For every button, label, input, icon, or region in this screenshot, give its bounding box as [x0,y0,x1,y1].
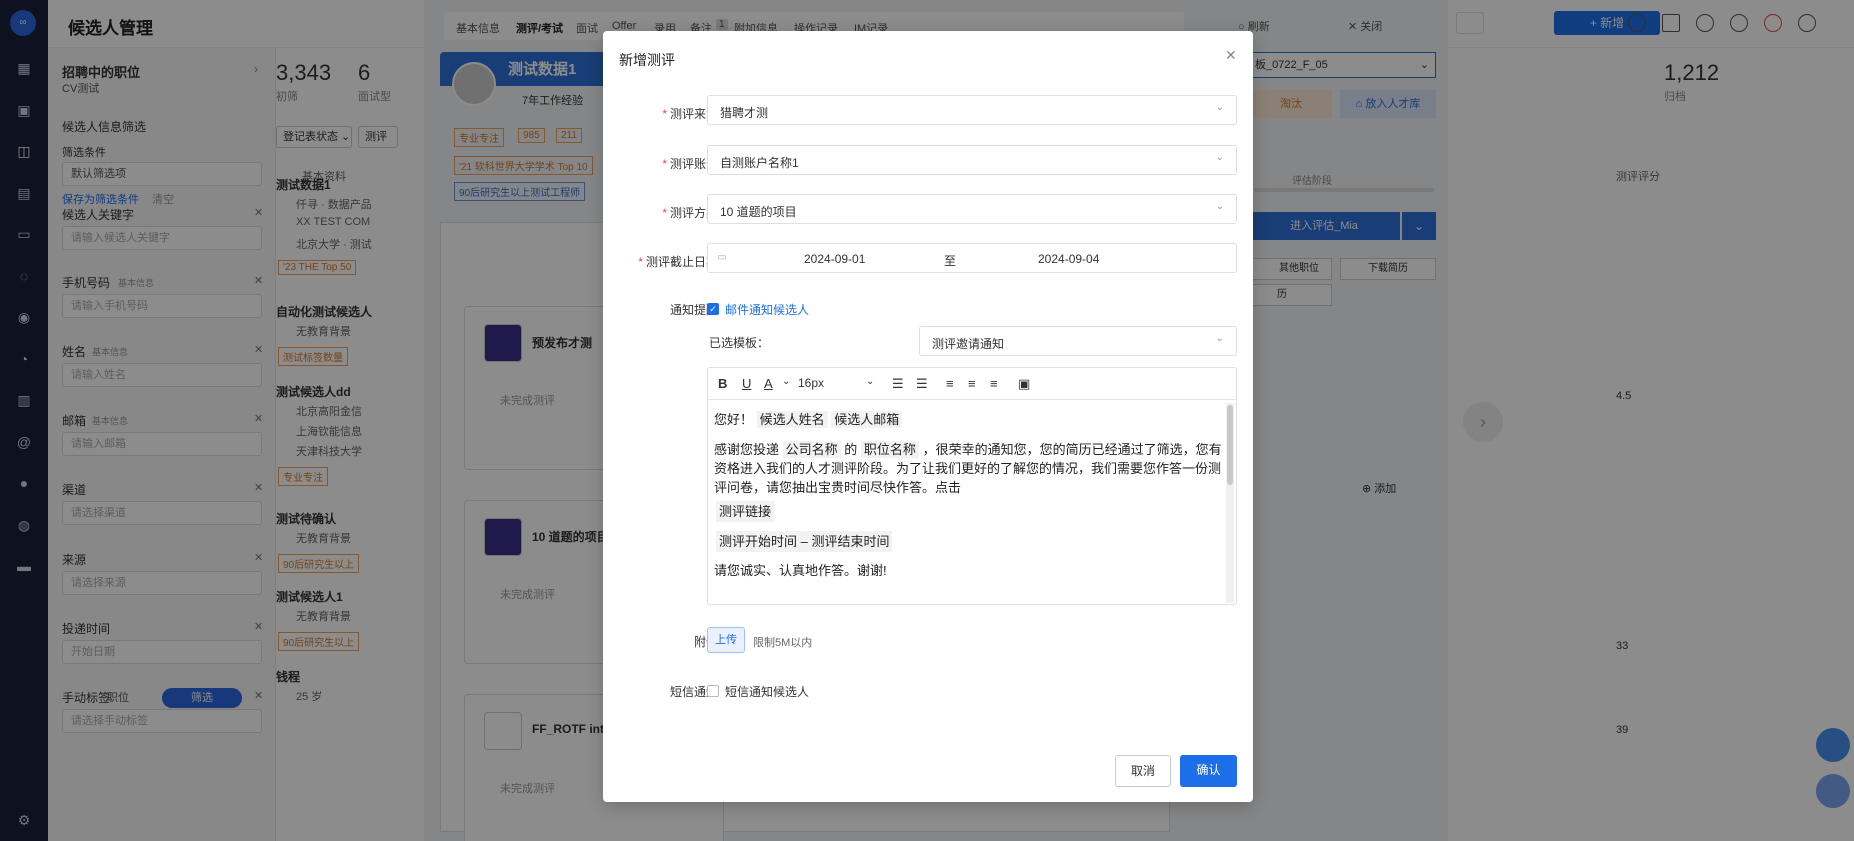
editor-paragraph: 感谢您投递 公司名称 的 职位名称 ，很荣幸的通知您，您的简历已经通过了筛选，您… [714,441,1222,495]
calendar-icon: ▭ [717,252,727,263]
email-notify-checkbox[interactable]: ✓ [707,303,719,315]
attachment-limit: 限制5M以内 [753,637,813,649]
editor-body[interactable]: 您好！ 候选人姓名 候选人邮箱 感谢您投递 公司名称 的 职位名称 ，很荣幸的通… [708,401,1222,604]
plan-select[interactable]: 10 道题的项目 ⌄ [707,194,1237,224]
underline-icon[interactable]: U [742,376,751,391]
var-candidate-name: 候选人姓名 [756,411,828,428]
editor-greeting-line: 您好！ 候选人姓名 候选人邮箱 [714,410,1214,429]
cancel-button[interactable]: 取消 [1115,755,1171,787]
template-label: 已选模板： [709,336,770,350]
chevron-down-icon: ⌄ [1215,333,1224,344]
chevron-down-icon: ⌄ [1215,201,1224,212]
chevron-down-icon[interactable]: ⌄ [866,376,874,387]
align-right-icon[interactable]: ≡ [990,376,998,391]
template-select[interactable]: 测评邀请通知 ⌄ [919,326,1237,356]
deadline-range[interactable]: ▭ 2024-09-01 至 2024-09-04 [707,243,1237,273]
rich-text-editor: B U A ⌄ 16px ⌄ ☰ ☰ ≡ ≡ ≡ ▣ 您好！ 候选人姓名 候选人… [707,367,1237,605]
chevron-down-icon: ⌄ [1215,152,1224,163]
upload-button[interactable]: 上传 [707,627,745,653]
editor-closing: 请您诚实、认真地作答。谢谢! [714,563,887,578]
align-left-icon[interactable]: ≡ [946,376,954,391]
source-select[interactable]: 猎聘才测 ⌄ [707,95,1237,125]
unordered-list-icon[interactable]: ☰ [916,376,928,392]
var-candidate-email: 候选人邮箱 [831,411,903,428]
email-notify-label[interactable]: 邮件通知候选人 [725,301,809,318]
confirm-button[interactable]: 确认 [1180,755,1237,787]
date-separator: 至 [944,254,957,268]
chevron-down-icon: ⌄ [1215,102,1224,113]
var-assessment-time: 测评开始时间 – 测评结束时间 [716,531,893,552]
align-center-icon[interactable]: ≡ [968,376,976,391]
font-color-icon[interactable]: A [764,376,773,391]
var-company: 公司名称 [782,441,841,458]
sms-checkbox-label[interactable]: 短信通知候选人 [725,683,809,700]
modal-title: 新增测评 [619,52,675,68]
new-assessment-modal: 新增测评 ✕ * 测评来源 猎聘才测 ⌄ * 测评账号 自测账户名称1 ⌄ * 测评方案 … [603,31,1253,802]
editor-scrollbar[interactable] [1226,403,1234,603]
editor-toolbar: B U A ⌄ 16px ⌄ ☰ ☰ ≡ ≡ ≡ ▣ [708,368,1236,400]
account-select[interactable]: 自测账户名称1 ⌄ [707,145,1237,175]
chevron-down-icon[interactable]: ⌄ [782,376,790,387]
sms-checkbox[interactable] [707,685,719,697]
bold-icon[interactable]: B [718,376,727,391]
date-start[interactable]: 2024-09-01 [804,252,865,266]
var-job: 职位名称 [860,441,919,458]
ordered-list-icon[interactable]: ☰ [892,376,904,392]
image-icon[interactable]: ▣ [1018,376,1030,392]
close-icon[interactable]: ✕ [1225,47,1237,64]
date-end[interactable]: 2024-09-04 [1038,252,1099,266]
font-size-select[interactable]: 16px [798,376,824,390]
var-assessment-link: 测评链接 [716,501,775,522]
